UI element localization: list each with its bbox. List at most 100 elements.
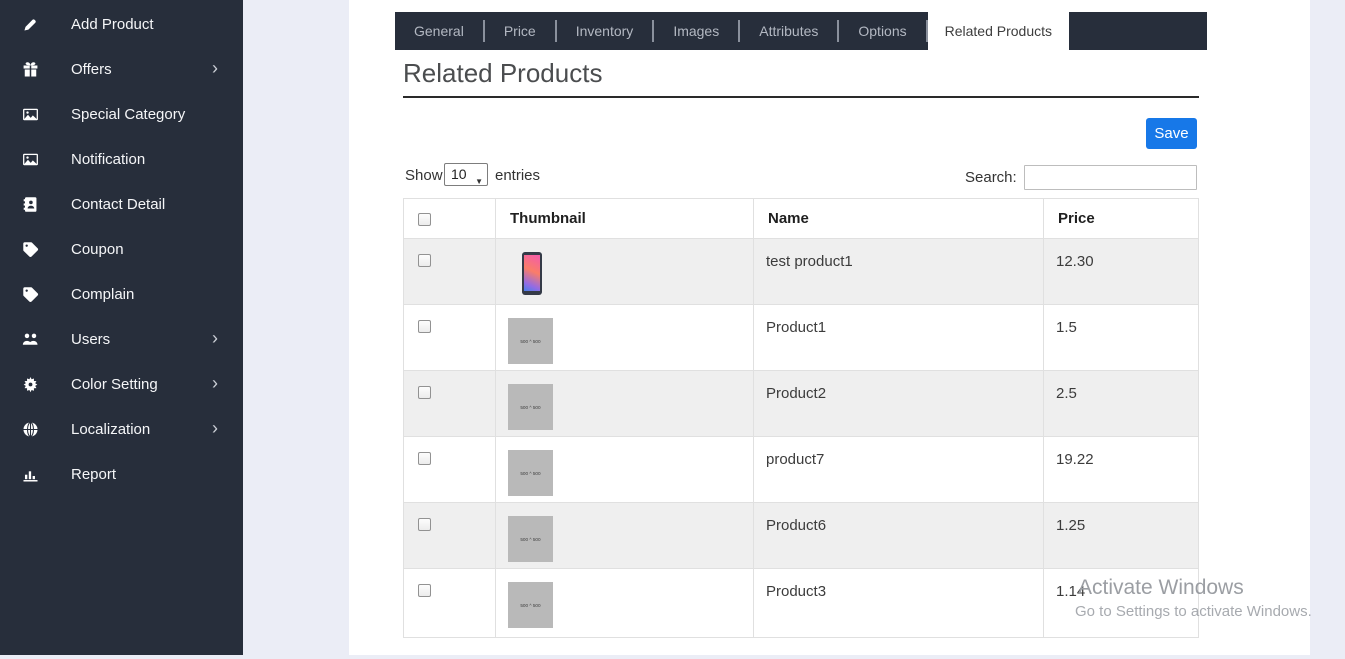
table-row: test product1 12.30 <box>403 238 1199 305</box>
address-book-icon <box>22 196 39 213</box>
sidebar-item-report[interactable]: Report <box>0 452 243 497</box>
placeholder-text: 500 ^ 500 <box>520 536 541 542</box>
sidebar-item-label: Complain <box>71 286 135 303</box>
users-icon <box>22 331 39 348</box>
product-image-placeholder: 500 ^ 500 <box>508 318 553 364</box>
product-name: Product2 <box>753 370 1044 437</box>
globe-icon <box>22 421 39 438</box>
pen-icon <box>22 16 39 33</box>
bar-chart-icon <box>22 466 39 483</box>
tab-related-products[interactable]: Related Products <box>927 12 1070 50</box>
product-price: 1.25 <box>1043 502 1199 569</box>
activate-windows-watermark: Activate Windows <box>1078 576 1244 599</box>
sidebar: Add Product Offers › Special Category Notifi… <box>0 0 243 655</box>
main-content: General Price Inventory Images Attributes Opt… <box>349 0 1310 655</box>
sidebar-item-localization[interactable]: Localization › <box>0 407 243 452</box>
row-checkbox[interactable] <box>418 518 431 531</box>
sidebar-item-contact-detail[interactable]: Contact Detail <box>0 182 243 227</box>
row-checkbox[interactable] <box>418 386 431 399</box>
sidebar-item-label: Offers <box>71 61 112 78</box>
sidebar-item-users[interactable]: Users › <box>0 317 243 362</box>
sidebar-item-label: Users <box>71 331 111 348</box>
placeholder-text: 500 ^ 500 <box>520 602 541 608</box>
sidebar-item-offers[interactable]: Offers › <box>0 47 243 92</box>
image-icon <box>22 106 39 123</box>
sidebar-item-label: Contact Detail <box>71 196 166 213</box>
sidebar-item-add-product[interactable]: Add Product <box>0 2 243 47</box>
table-row: 500 ^ 500 Product6 1.25 <box>403 502 1199 569</box>
product-image-placeholder: 500 ^ 500 <box>508 384 553 430</box>
sidebar-item-coupon[interactable]: Coupon <box>0 227 243 272</box>
tag-icon <box>22 241 39 258</box>
related-products-table: Thumbnail Name Price test product1 12.30 5… <box>403 198 1199 638</box>
entries-select[interactable]: 10 ▼ <box>444 163 488 186</box>
placeholder-text: 500 ^ 500 <box>520 404 541 410</box>
select-all-checkbox[interactable] <box>418 212 431 226</box>
search-label: Search: <box>965 169 1017 186</box>
sidebar-item-color-setting[interactable]: Color Setting › <box>0 362 243 407</box>
table-row: 500 ^ 500 Product1 1.5 <box>403 304 1199 371</box>
product-image-placeholder: 500 ^ 500 <box>508 450 553 496</box>
row-checkbox[interactable] <box>418 584 431 597</box>
table-header-row: Thumbnail Name Price <box>403 198 1199 239</box>
sidebar-item-label: Coupon <box>71 241 124 258</box>
sidebar-item-label: Special Category <box>71 106 186 123</box>
placeholder-text: 500 ^ 500 <box>520 470 541 476</box>
product-price: 19.22 <box>1043 436 1199 503</box>
product-name: Product1 <box>753 304 1044 371</box>
product-name: Product3 <box>753 568 1044 638</box>
table-row: 500 ^ 500 product7 19.22 <box>403 436 1199 503</box>
chevron-right-icon: › <box>212 58 218 78</box>
chevron-right-icon: › <box>212 328 218 348</box>
sidebar-item-label: Localization <box>71 421 151 438</box>
entries-select-value: 10 <box>451 166 467 182</box>
product-price: 2.5 <box>1043 370 1199 437</box>
chevron-right-icon: › <box>212 418 218 438</box>
product-price: 1.5 <box>1043 304 1199 371</box>
column-header-price: Price <box>1043 198 1199 239</box>
product-image-phone <box>522 252 542 295</box>
sidebar-item-notification[interactable]: Notification <box>0 137 243 182</box>
sidebar-menu: Add Product Offers › Special Category Notifi… <box>0 0 243 497</box>
tag-icon <box>22 286 39 303</box>
search-input[interactable] <box>1024 165 1197 190</box>
tab-images[interactable]: Images <box>654 12 738 50</box>
activate-windows-watermark-subtext: Go to Settings to activate Windows. <box>1075 603 1312 620</box>
sidebar-item-special-category[interactable]: Special Category <box>0 92 243 137</box>
chevron-down-icon: ▼ <box>475 177 483 186</box>
sidebar-item-label: Notification <box>71 151 146 168</box>
row-checkbox[interactable] <box>418 320 431 333</box>
tab-price[interactable]: Price <box>485 12 555 50</box>
entries-label: entries <box>495 167 541 184</box>
sidebar-item-complain[interactable]: Complain <box>0 272 243 317</box>
sidebar-item-label: Report <box>71 466 117 483</box>
product-image-placeholder: 500 ^ 500 <box>508 582 553 628</box>
chevron-right-icon: › <box>212 373 218 393</box>
column-header-name: Name <box>753 198 1044 239</box>
sidebar-item-label: Add Product <box>71 16 154 33</box>
tab-general[interactable]: General <box>395 12 483 50</box>
product-name: test product1 <box>753 238 1044 305</box>
product-name: product7 <box>753 436 1044 503</box>
tab-bar: General Price Inventory Images Attributes Opt… <box>395 12 1207 50</box>
show-label: Show <box>405 167 443 184</box>
product-price: 12.30 <box>1043 238 1199 305</box>
page-title: Related Products <box>403 58 603 88</box>
placeholder-text: 500 ^ 500 <box>520 338 541 344</box>
table-row: 500 ^ 500 Product2 2.5 <box>403 370 1199 437</box>
tab-options[interactable]: Options <box>839 12 925 50</box>
tab-attributes[interactable]: Attributes <box>740 12 837 50</box>
gear-icon <box>22 376 39 393</box>
tab-inventory[interactable]: Inventory <box>557 12 653 50</box>
gift-icon <box>22 61 39 78</box>
row-checkbox[interactable] <box>418 452 431 465</box>
tab-bar-filler <box>1069 12 1207 50</box>
product-image-placeholder: 500 ^ 500 <box>508 516 553 562</box>
phone-screen <box>524 255 540 291</box>
column-header-thumbnail: Thumbnail <box>495 198 754 239</box>
image-icon <box>22 151 39 168</box>
sidebar-item-label: Color Setting <box>71 376 158 393</box>
title-divider <box>403 96 1199 98</box>
save-button[interactable]: Save <box>1146 118 1197 149</box>
row-checkbox[interactable] <box>418 254 431 267</box>
